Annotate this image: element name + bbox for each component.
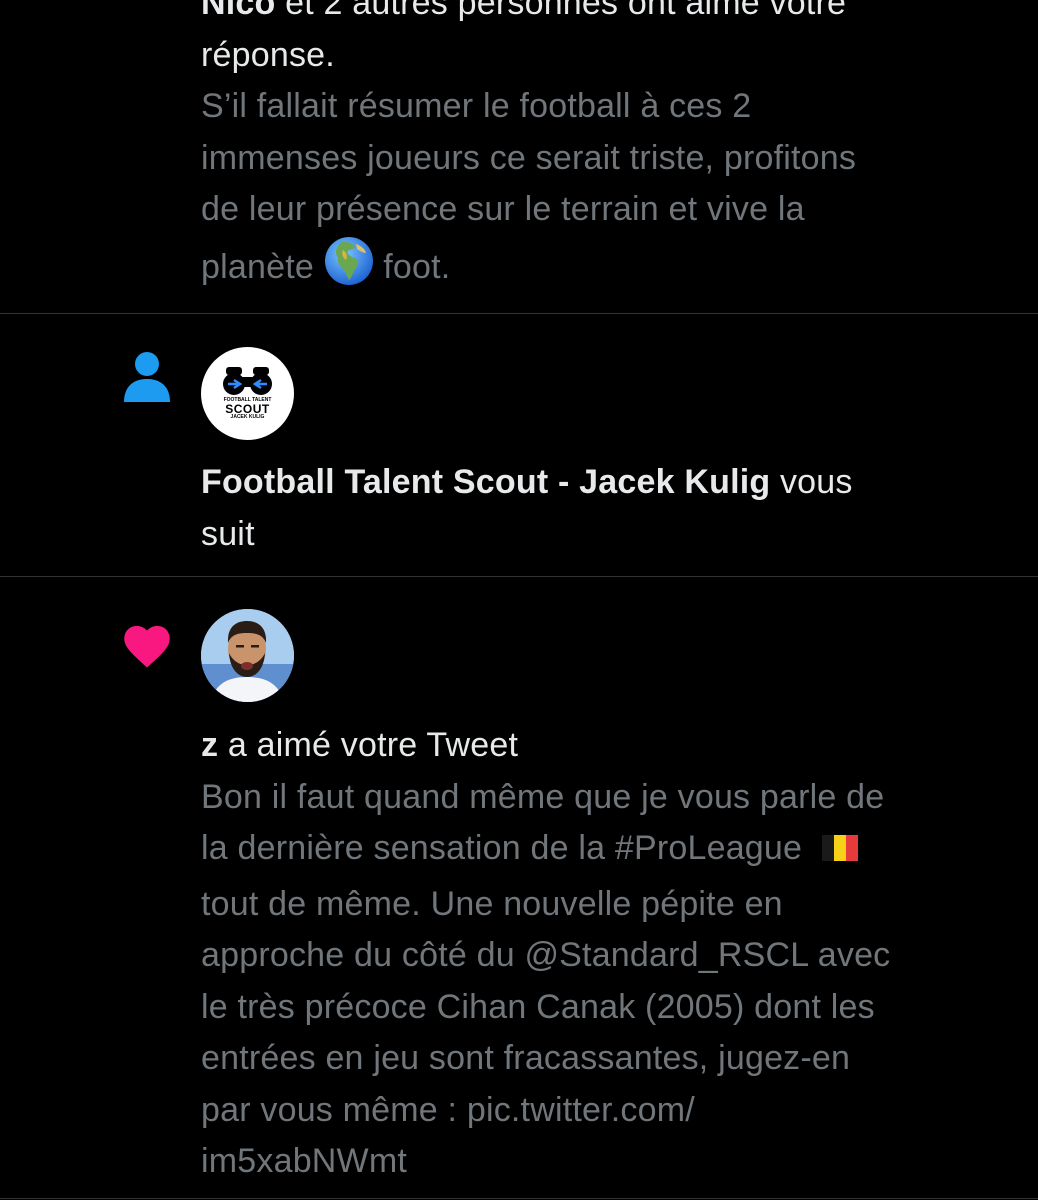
- tweet-line: tout de même. Une nouvelle pépite en: [201, 884, 783, 923]
- tweet-line: S’il fallait résumer le football à ces 2: [201, 87, 752, 125]
- actor-name[interactable]: z: [201, 726, 218, 764]
- tweet-preview[interactable]: S’il fallait résumer le football à ces 2…: [201, 81, 1001, 301]
- actor-name[interactable]: Nico: [201, 0, 275, 22]
- heart-icon: [119, 619, 175, 674]
- action-text: et 2 autres personnes ont aimé votre: [285, 0, 847, 22]
- avatar-logo-text: FOOTBALL TALENT SCOUT JACEK KULIG: [223, 397, 272, 420]
- notification-like-reply[interactable]: Nico et 2 autres personnes ont aimé votr…: [0, 0, 1038, 313]
- action-text: vous: [779, 463, 853, 501]
- tweet-line: planète foot.: [201, 236, 1001, 302]
- actor-name[interactable]: Football Talent Scout - Jacek Kulig: [201, 463, 770, 501]
- action-text-end: réponse.: [201, 35, 335, 74]
- tweet-line: im5xabNWmt: [201, 1142, 408, 1180]
- notification-text: Nico et 2 autres personnes ont aimé votr…: [201, 0, 1001, 301]
- person-icon: [122, 350, 172, 409]
- notification-text: Football Talent Scout - Jacek Kulig vous…: [201, 457, 981, 560]
- avatar[interactable]: [201, 609, 294, 702]
- tweet-preview[interactable]: Bon il faut quand même que je vous parle…: [201, 772, 1001, 1188]
- tweet-line: approche du côté du @Standard_RSCL avec: [201, 936, 891, 974]
- tweet-line: Bon il faut quand même que je vous parle…: [201, 777, 885, 816]
- belgium-flag-emoji-icon: [821, 827, 858, 879]
- notification-follow[interactable]: FOOTBALL TALENT SCOUT JACEK KULIG Footba…: [0, 314, 1038, 576]
- notification-header-line: z a aimé votre Tweet: [201, 720, 1001, 772]
- divider: [0, 1198, 1038, 1199]
- binoculars-icon: [223, 367, 272, 395]
- action-text: a aimé votre Tweet: [227, 726, 519, 764]
- notification-like-tweet[interactable]: z a aimé votre Tweet Bon il faut quand m…: [0, 577, 1038, 1200]
- avatar[interactable]: FOOTBALL TALENT SCOUT JACEK KULIG: [201, 347, 294, 440]
- tweet-line: par vous même : pic.twitter.com/: [201, 1090, 695, 1129]
- notification-header-line: Nico et 2 autres personnes ont aimé votr…: [201, 0, 1001, 30]
- tweet-line: de leur présence sur le terrain et vive …: [201, 190, 805, 228]
- globe-emoji-icon: [324, 236, 374, 302]
- tweet-line: entrées en jeu sont fracassantes, jugez-…: [201, 1039, 851, 1077]
- notification-text: z a aimé votre Tweet Bon il faut quand m…: [201, 720, 1001, 1188]
- tweet-line: la dernière sensation de la #ProLeague: [201, 823, 1001, 879]
- tweet-line: immenses joueurs ce serait triste, profi…: [201, 138, 857, 177]
- action-text-end: suit: [201, 514, 255, 553]
- tweet-line: le très précoce Cihan Canak (2005) dont …: [201, 987, 875, 1026]
